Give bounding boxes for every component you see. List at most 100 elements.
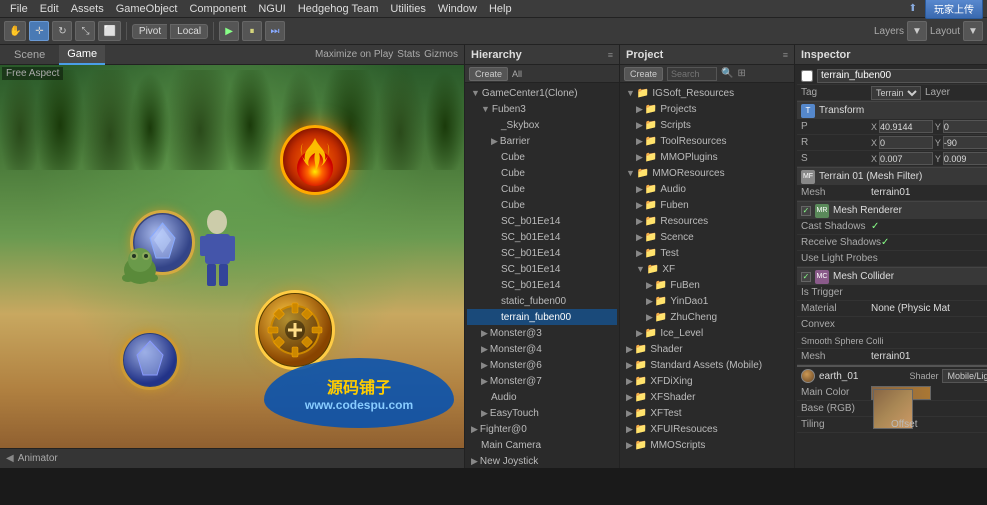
- project-tree[interactable]: ▼ 📁IGSoft_Resources▶ 📁Projects▶ 📁Scripts…: [620, 83, 794, 468]
- project-item-16[interactable]: ▶ 📁Shader: [622, 341, 792, 357]
- menu-ngui[interactable]: NGUI: [252, 0, 292, 18]
- project-item-8[interactable]: ▶ 📁Resources: [622, 213, 792, 229]
- hierarchy-item-19[interactable]: Audio: [467, 389, 617, 405]
- scene-viewport[interactable]: Free Aspect: [0, 65, 464, 448]
- project-item-12[interactable]: ▶ 📁FuBen: [622, 277, 792, 293]
- arrow-left[interactable]: ◀: [6, 453, 14, 464]
- pos-x[interactable]: [879, 120, 933, 133]
- hierarchy-item-17[interactable]: ▶Monster@6: [467, 357, 617, 373]
- rotate-tool[interactable]: ↻: [52, 21, 72, 41]
- hierarchy-item-5[interactable]: Cube: [467, 165, 617, 181]
- menu-assets[interactable]: Assets: [65, 0, 110, 18]
- hierarchy-item-18[interactable]: ▶Monster@7: [467, 373, 617, 389]
- pos-y[interactable]: [943, 120, 987, 133]
- menu-gameobject[interactable]: GameObject: [110, 0, 184, 18]
- hierarchy-item-8[interactable]: SC_b01Ee14: [467, 213, 617, 229]
- mesh-renderer-component[interactable]: ✓ MR Mesh Renderer ⚙: [797, 201, 987, 219]
- project-item-7[interactable]: ▶ 📁Fuben: [622, 197, 792, 213]
- project-item-19[interactable]: ▶ 📁XFShader: [622, 389, 792, 405]
- tag-select[interactable]: Terrain: [871, 86, 921, 100]
- hierarchy-item-10[interactable]: SC_b01Ee14: [467, 245, 617, 261]
- menu-component[interactable]: Component: [183, 0, 252, 18]
- menu-file[interactable]: File: [4, 0, 34, 18]
- hierarchy-item-16[interactable]: ▶Monster@4: [467, 341, 617, 357]
- project-item-4[interactable]: ▶ 📁MMOPlugins: [622, 149, 792, 165]
- menu-help[interactable]: Help: [483, 0, 518, 18]
- hand-tool[interactable]: ✋: [4, 21, 26, 41]
- project-icon2[interactable]: ⊞: [737, 68, 745, 79]
- project-item-3[interactable]: ▶ 📁ToolResources: [622, 133, 792, 149]
- hierarchy-item-0[interactable]: ▼GameCenter1(Clone): [467, 85, 617, 101]
- hierarchy-collapse[interactable]: ≡: [608, 50, 613, 60]
- mesh-renderer-checkbox[interactable]: ✓: [801, 206, 811, 216]
- hierarchy-item-4[interactable]: Cube: [467, 149, 617, 165]
- mesh-collider-component[interactable]: ✓ MC Mesh Collider ⚙: [797, 267, 987, 285]
- scale-y[interactable]: [943, 152, 987, 165]
- project-item-21[interactable]: ▶ 📁XFUIResouces: [622, 421, 792, 437]
- stats-button[interactable]: Stats: [397, 49, 420, 60]
- project-collapse[interactable]: ≡: [783, 50, 788, 60]
- project-item-13[interactable]: ▶ 📁YinDao1: [622, 293, 792, 309]
- tab-game[interactable]: Game: [59, 45, 105, 65]
- menu-window[interactable]: Window: [432, 0, 483, 18]
- hierarchy-item-14[interactable]: terrain_fuben00: [467, 309, 617, 325]
- hierarchy-item-21[interactable]: ▶Fighter@0: [467, 421, 617, 437]
- transform-component[interactable]: T Transform: [797, 101, 987, 119]
- mesh-filter-component[interactable]: MF Terrain 01 (Mesh Filter) ⚙: [797, 167, 987, 185]
- project-item-22[interactable]: ▶ 📁MMOScripts: [622, 437, 792, 453]
- pivot-button[interactable]: Pivot: [132, 24, 167, 39]
- rot-y[interactable]: [943, 136, 987, 149]
- hierarchy-item-3[interactable]: ▶Barrier: [467, 133, 617, 149]
- layers-dropdown[interactable]: ▼: [907, 21, 927, 41]
- rect-tool[interactable]: ⬜: [98, 21, 120, 41]
- hierarchy-item-12[interactable]: SC_b01Ee14: [467, 277, 617, 293]
- shader-select[interactable]: Mobile/Lightmaptr: [942, 369, 987, 383]
- hierarchy-item-2[interactable]: _Skybox: [467, 117, 617, 133]
- layout-dropdown[interactable]: ▼: [963, 21, 983, 41]
- project-item-5[interactable]: ▼ 📁MMOResources: [622, 165, 792, 181]
- object-name-field[interactable]: [817, 69, 987, 83]
- maximize-on-play[interactable]: Maximize on Play: [315, 49, 393, 60]
- hierarchy-item-9[interactable]: SC_b01Ee14: [467, 229, 617, 245]
- hierarchy-item-22[interactable]: Main Camera: [467, 437, 617, 453]
- gizmos-button[interactable]: Gizmos: [424, 49, 458, 60]
- project-item-18[interactable]: ▶ 📁XFDiXing: [622, 373, 792, 389]
- menu-edit[interactable]: Edit: [34, 0, 65, 18]
- local-button[interactable]: Local: [170, 24, 208, 39]
- play-button[interactable]: ▶: [219, 21, 239, 41]
- project-item-0[interactable]: ▼ 📁IGSoft_Resources: [622, 85, 792, 101]
- project-item-14[interactable]: ▶ 📁ZhuCheng: [622, 309, 792, 325]
- project-item-10[interactable]: ▶ 📁Test: [622, 245, 792, 261]
- hierarchy-item-20[interactable]: ▶EasyTouch: [467, 405, 617, 421]
- hierarchy-item-13[interactable]: static_fuben00: [467, 293, 617, 309]
- menu-hedgehog[interactable]: Hedgehog Team: [292, 0, 385, 18]
- move-tool[interactable]: ✛: [29, 21, 49, 41]
- project-item-6[interactable]: ▶ 📁Audio: [622, 181, 792, 197]
- hierarchy-item-1[interactable]: ▼Fuben3: [467, 101, 617, 117]
- hierarchy-tree[interactable]: ▼GameCenter1(Clone)▼Fuben3_Skybox▶Barrie…: [465, 83, 619, 468]
- project-item-17[interactable]: ▶ 📁Standard Assets (Mobile): [622, 357, 792, 373]
- menu-utilities[interactable]: Utilities: [384, 0, 431, 18]
- project-item-15[interactable]: ▶ 📁Ice_Level: [622, 325, 792, 341]
- tab-scene[interactable]: Scene: [6, 45, 53, 65]
- scale-x[interactable]: [879, 152, 933, 165]
- project-item-9[interactable]: ▶ 📁Scence: [622, 229, 792, 245]
- project-item-1[interactable]: ▶ 📁Projects: [622, 101, 792, 117]
- project-search-input[interactable]: [667, 67, 717, 81]
- project-item-11[interactable]: ▼ 📁XF: [622, 261, 792, 277]
- hierarchy-all[interactable]: All: [512, 69, 522, 79]
- upload-button[interactable]: 玩家上传: [925, 0, 983, 19]
- hierarchy-item-23[interactable]: ▶New Joystick: [467, 453, 617, 468]
- project-create-btn[interactable]: Create: [624, 67, 663, 81]
- project-icon1[interactable]: 🔍: [721, 68, 733, 79]
- project-item-2[interactable]: ▶ 📁Scripts: [622, 117, 792, 133]
- active-checkbox[interactable]: [801, 70, 813, 82]
- project-item-20[interactable]: ▶ 📁XFTest: [622, 405, 792, 421]
- rot-x[interactable]: [879, 136, 933, 149]
- hierarchy-item-7[interactable]: Cube: [467, 197, 617, 213]
- hierarchy-item-15[interactable]: ▶Monster@3: [467, 325, 617, 341]
- pause-button[interactable]: ⏸: [242, 21, 262, 41]
- hierarchy-item-6[interactable]: Cube: [467, 181, 617, 197]
- hierarchy-item-11[interactable]: SC_b01Ee14: [467, 261, 617, 277]
- scale-tool[interactable]: ⤡: [75, 21, 95, 41]
